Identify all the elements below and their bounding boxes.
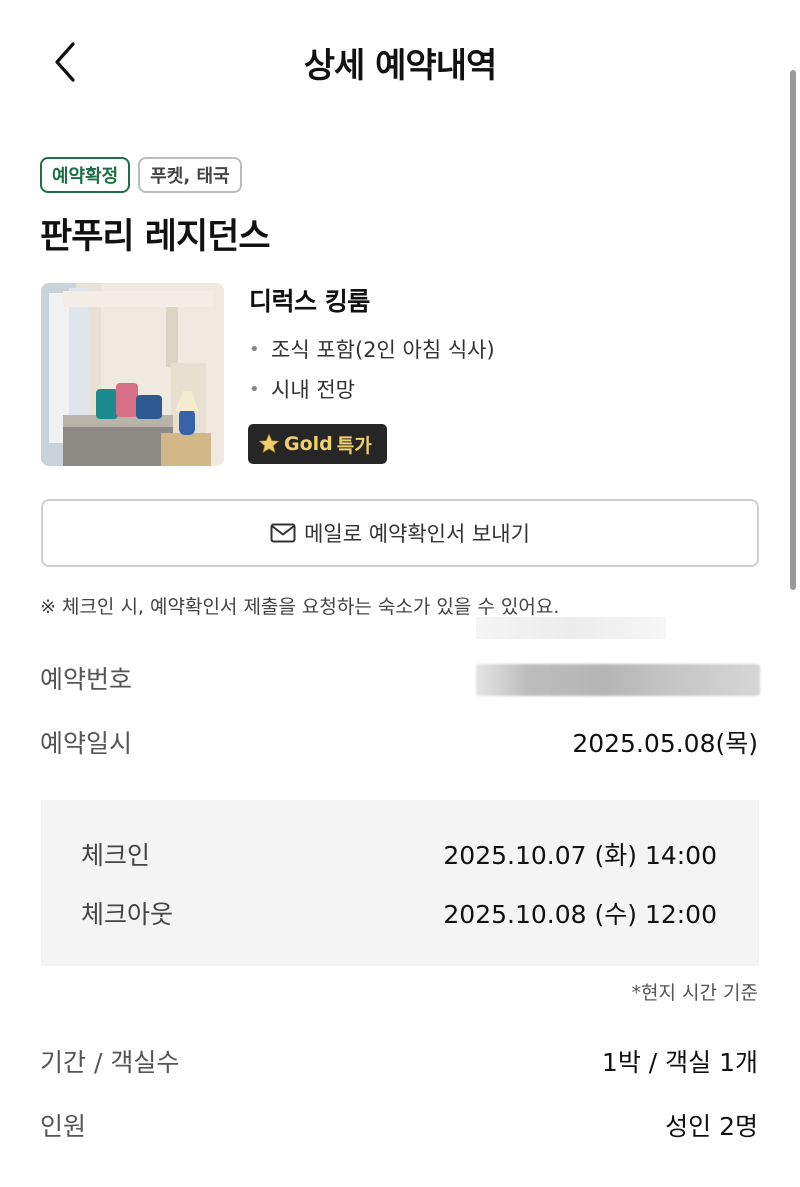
checkout-value: 2025.10.08 (수) 12:00 xyxy=(443,900,717,929)
booking-date-row: 예약일시 2025.05.08(목) xyxy=(40,724,758,760)
email-confirmation-button[interactable]: 메일로 예약확인서 보내기 xyxy=(41,499,759,567)
feature-item: • 조식 포함(2인 아침 식사) xyxy=(249,338,495,362)
promo-label-special: 특가 xyxy=(336,434,372,457)
email-button-label: 메일로 예약확인서 보내기 xyxy=(304,522,530,546)
room-photo[interactable] xyxy=(41,283,224,466)
checkin-label: 체크인 xyxy=(81,841,151,870)
booking-number-redacted xyxy=(476,664,760,696)
page-title: 상세 예약내역 xyxy=(303,46,498,86)
promo-label-gold: Gold xyxy=(284,433,333,455)
location-badge: 푸켓, 태국 xyxy=(138,157,242,193)
badge-row: 예약확정 푸켓, 태국 xyxy=(40,157,242,193)
feature-item: • 시내 전망 xyxy=(249,378,355,402)
booking-number-label: 예약번호 xyxy=(40,665,133,694)
local-time-note: *현지 시간 기준 xyxy=(631,982,758,1004)
checkin-row: 체크인 2025.10.07 (화) 14:00 xyxy=(81,836,717,872)
room-features: • 조식 포함(2인 아침 식사) • 시내 전망 xyxy=(249,333,495,413)
header: 상세 예약내역 xyxy=(0,0,800,120)
hotel-name: 판푸리 레지던스 xyxy=(40,217,271,257)
checkout-label: 체크아웃 xyxy=(81,900,174,929)
stay-panel: 체크인 2025.10.07 (화) 14:00 체크아웃 2025.10.08… xyxy=(41,800,759,966)
scrollbar[interactable] xyxy=(790,70,796,590)
confirmation-notice: ※ 체크인 시, 예약확인서 제출을 요청하는 숙소가 있을 수 있어요. xyxy=(40,596,560,618)
checkout-row: 체크아웃 2025.10.08 (수) 12:00 xyxy=(81,895,717,931)
guests-label: 인원 xyxy=(40,1112,87,1141)
period-row: 기간 / 객실수 1박 / 객실 1개 xyxy=(40,1043,758,1079)
status-badge: 예약확정 xyxy=(40,157,131,193)
checkin-value: 2025.10.07 (화) 14:00 xyxy=(443,841,717,870)
redacted-area xyxy=(476,617,666,639)
guests-row: 인원 성인 2명 xyxy=(40,1107,758,1143)
period-value: 1박 / 객실 1개 xyxy=(601,1048,758,1077)
star-icon xyxy=(258,433,280,454)
booking-date-value: 2025.05.08(목) xyxy=(572,729,758,758)
gold-promo-badge: Gold 특가 xyxy=(248,424,387,464)
period-label: 기간 / 객실수 xyxy=(40,1048,180,1077)
booking-date-label: 예약일시 xyxy=(40,729,133,758)
guests-value: 성인 2명 xyxy=(665,1112,758,1141)
room-name: 디럭스 킹룸 xyxy=(249,287,370,316)
envelope-icon xyxy=(270,523,296,543)
